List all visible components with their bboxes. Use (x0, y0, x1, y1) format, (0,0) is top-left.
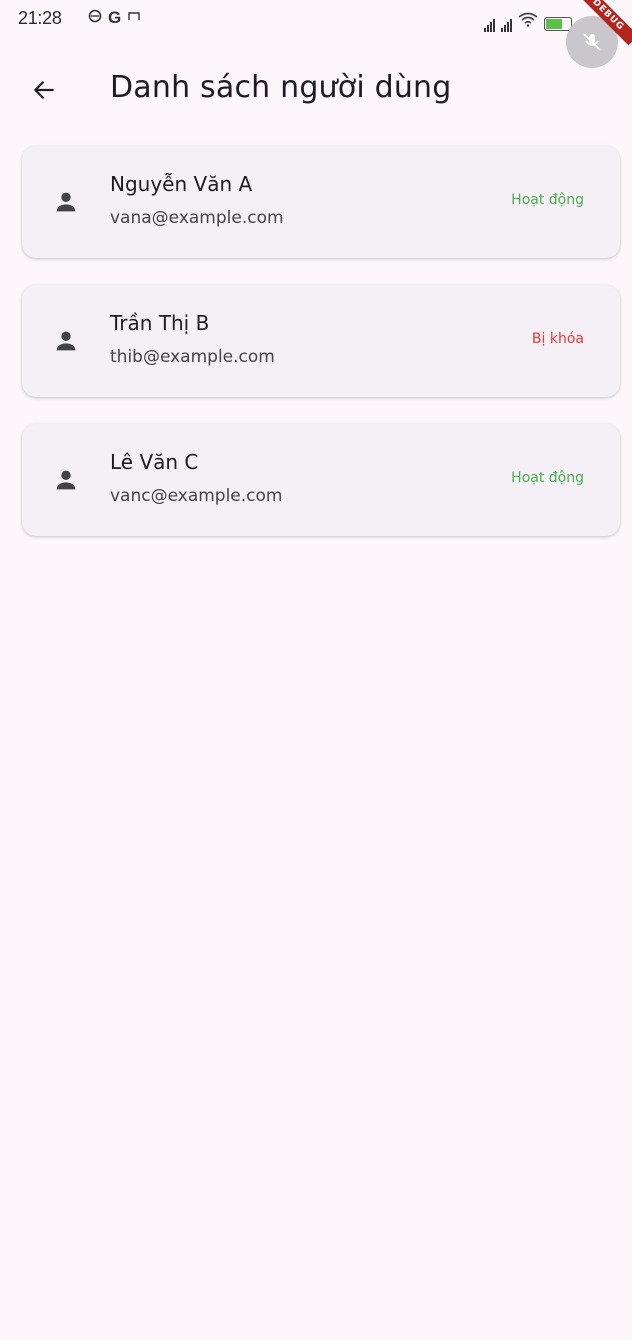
google-icon: G (108, 8, 122, 27)
user-name: Trần Thị B (110, 311, 210, 335)
user-name: Nguyễn Văn A (110, 172, 253, 196)
status-badge: Hoạt động (511, 192, 584, 208)
page-title: Danh sách người dùng (110, 70, 452, 105)
user-list-item[interactable]: Nguyễn Văn A vana@example.com Hoạt động (22, 146, 620, 258)
battery-icon (544, 17, 572, 31)
user-list: Nguyễn Văn A vana@example.com Hoạt động … (22, 146, 620, 563)
clock-icon (88, 9, 102, 28)
person-icon (56, 192, 76, 212)
user-name: Lê Văn C (110, 450, 199, 474)
user-email: vana@example.com (110, 208, 284, 228)
status-badge: Hoạt động (511, 470, 584, 486)
signal-icon (484, 18, 495, 32)
status-badge: Bị khóa (531, 331, 584, 347)
signal-icon (501, 18, 512, 32)
screen: 21:28 G DEBUG Danh sách người dùng Nguyễ… (10, 0, 632, 1340)
status-left-icons: G (88, 8, 141, 28)
app-bar: Danh sách người dùng (10, 60, 622, 120)
user-email: vanc@example.com (110, 486, 283, 506)
status-time: 21:28 (18, 8, 62, 28)
user-list-item[interactable]: Trần Thị B thib@example.com Bị khóa (22, 285, 620, 397)
arrow-left-icon (34, 81, 54, 99)
status-bar: 21:28 G DEBUG (10, 0, 632, 68)
status-right-icons (484, 12, 572, 32)
wifi-icon (518, 12, 538, 32)
user-list-item[interactable]: Lê Văn C vanc@example.com Hoạt động (22, 424, 620, 536)
person-icon (56, 470, 76, 490)
person-icon (56, 331, 76, 351)
user-email: thib@example.com (110, 347, 275, 367)
cast-icon (127, 9, 141, 28)
back-button[interactable] (20, 66, 68, 114)
